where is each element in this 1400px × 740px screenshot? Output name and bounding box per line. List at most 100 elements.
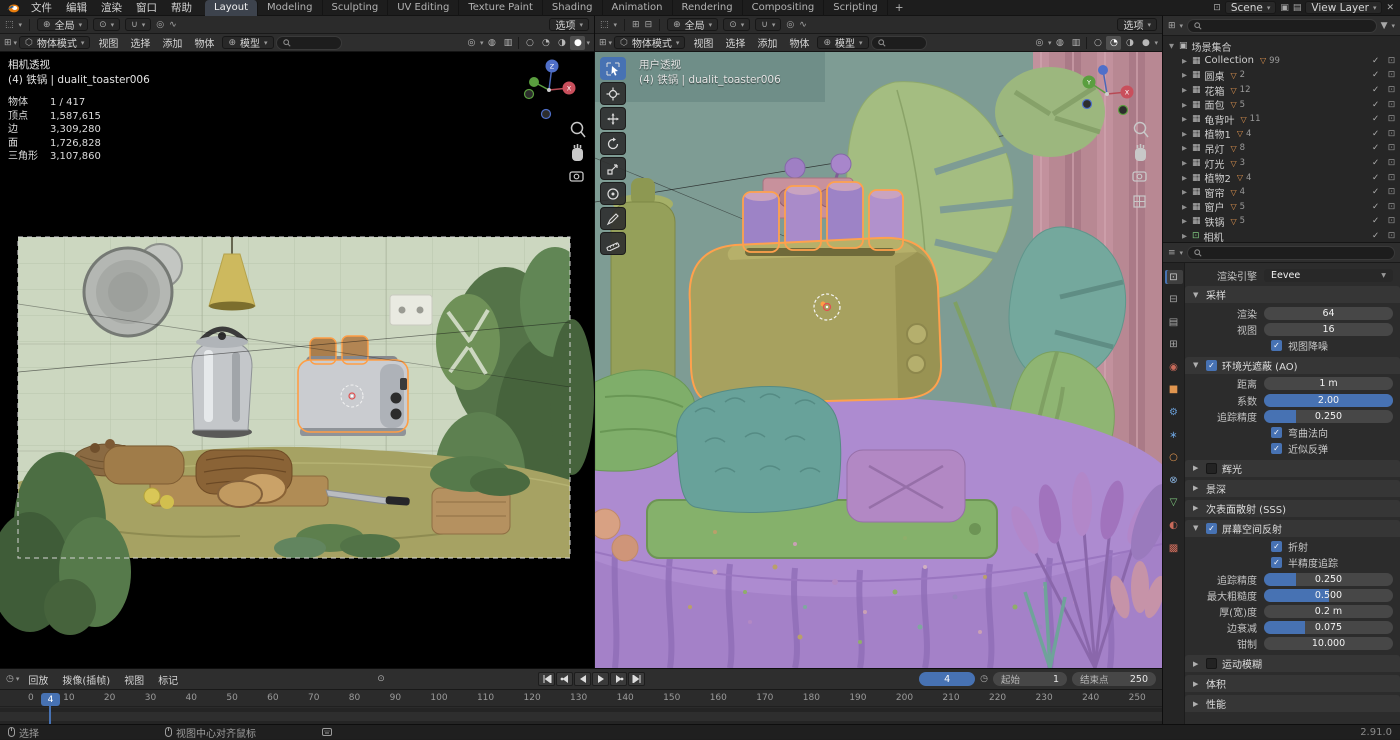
new-scene-icon[interactable]: ▣ (1280, 3, 1289, 13)
ssr-precision-slider[interactable]: 0.250 (1264, 573, 1393, 586)
jump-to-start-button[interactable] (538, 672, 555, 686)
workspace-tab[interactable]: UV Editing (388, 0, 459, 16)
active-tool-icon[interactable]: ⬚ (5, 20, 14, 30)
hide-checkbox-icon[interactable]: ✓ (1369, 100, 1382, 110)
proportional-editing-icon[interactable]: ◎ (156, 20, 164, 30)
expand-arrow-icon[interactable]: ▶ (1180, 217, 1189, 225)
render-engine-dropdown[interactable]: Eevee▾ (1264, 269, 1393, 282)
viewport-menu-item[interactable]: 视图 (687, 35, 719, 50)
bloom-panel-header[interactable]: ▶ 辉光 (1185, 460, 1400, 477)
shading-rendered-icon[interactable]: ● (570, 36, 585, 50)
expand-arrow-icon[interactable]: ▶ (1180, 174, 1189, 182)
object-data-properties-tab[interactable]: ▽ (1165, 496, 1183, 510)
scene-collection-row[interactable]: ▼ ▣ 场景集合 (1167, 39, 1398, 54)
viewport-menu-item[interactable]: 视图 (92, 35, 124, 50)
transform-orientation-dropdown[interactable]: ⊕ 全局▾ (667, 18, 718, 31)
falloff-icon[interactable]: ∿ (799, 20, 807, 30)
view-layer-selector[interactable]: View Layer▾ (1305, 1, 1382, 14)
output-properties-tab[interactable]: ⊟ (1165, 293, 1183, 307)
overlays-icon[interactable]: ◍ (1052, 36, 1067, 50)
expand-arrow-icon[interactable]: ▶ (1180, 232, 1189, 240)
viewport-menu-item[interactable]: 添加 (751, 35, 783, 50)
viewport-menu-item[interactable]: 选择 (124, 35, 156, 50)
measure-tool[interactable] (600, 232, 626, 255)
snapping-dropdown[interactable]: ∪▾ (125, 18, 151, 31)
pivot-point-dropdown[interactable]: ⊙▾ (93, 18, 120, 31)
ao-panel-header[interactable]: ▼ ✓ 环境光遮蔽 (AO) (1185, 357, 1400, 374)
expand-arrow-icon[interactable]: ▶ (1180, 115, 1189, 123)
refraction-row[interactable]: ✓ 折射 (1188, 539, 1393, 555)
hide-checkbox-icon[interactable]: ✓ (1369, 231, 1382, 241)
workspace-tab[interactable]: Sculpting (323, 0, 389, 16)
timeline-ruler[interactable]: 0102030405060708090100110120130140150160… (0, 690, 1162, 707)
sampling-panel-header[interactable]: ▼采样 (1185, 286, 1400, 303)
hide-checkbox-icon[interactable]: ✓ (1369, 70, 1382, 80)
viewport-denoise-row[interactable]: ✓ 视图降噪 (1188, 338, 1393, 354)
falloff-icon[interactable]: ∿ (169, 20, 177, 30)
render-visibility-icon[interactable]: ⊡ (1385, 85, 1398, 95)
hide-checkbox-icon[interactable]: ✓ (1369, 129, 1382, 139)
add-workspace-button[interactable]: + (888, 1, 911, 15)
move-tool[interactable] (600, 107, 626, 130)
collection-row[interactable]: ▶▦灯光▽3✓⊡ (1167, 156, 1398, 171)
dof-panel-header[interactable]: ▶景深 (1185, 480, 1400, 497)
render-visibility-icon[interactable]: ⊡ (1385, 173, 1398, 183)
viewport-canvas-right[interactable]: X Y (595, 52, 1162, 668)
show-gizmo-icon[interactable]: ◎ (1032, 36, 1047, 50)
ssr-panel-header[interactable]: ▼ ✓ 屏幕空间反射 (1185, 520, 1400, 537)
tool-options-dropdown[interactable]: 选项▾ (549, 18, 589, 31)
workspace-tab[interactable]: Rendering (673, 0, 743, 16)
timeline-menu-item[interactable]: 视图 (117, 672, 151, 687)
collection-row[interactable]: ▶▦面包▽5✓⊡ (1167, 97, 1398, 112)
rotate-tool[interactable] (600, 132, 626, 155)
scene-collection-label[interactable]: 场景集合 (1191, 39, 1233, 54)
timeline-menu-item[interactable]: 标记 (151, 672, 185, 687)
snapping-dropdown[interactable]: ∪▾ (755, 18, 781, 31)
expand-arrow-icon[interactable]: ▶ (1180, 159, 1189, 167)
world-properties-tab[interactable]: ◉ (1165, 360, 1183, 374)
view-layer-properties-tab[interactable]: ▤ (1165, 315, 1183, 329)
tweak-option-icon[interactable]: ⊞ (632, 20, 640, 30)
checkbox-icon[interactable]: ✓ (1271, 443, 1282, 454)
shading-solid-icon[interactable]: ◔ (538, 36, 553, 50)
shading-wireframe-icon[interactable]: ○ (1090, 36, 1105, 50)
scene-properties-tab[interactable]: ⊞ (1165, 338, 1183, 352)
frame-end-field[interactable]: 结束点250 (1072, 672, 1156, 686)
bounces-approximation-row[interactable]: ✓ 近似反弹 (1188, 441, 1393, 457)
auto-keyframe-icon[interactable]: ⊙ (377, 674, 385, 684)
select-box-tool[interactable] (600, 57, 626, 80)
pivot-dropdown[interactable]: ⊕ 模型▾ (222, 36, 273, 49)
ssr-roughness-slider[interactable]: 0.500 (1264, 589, 1393, 602)
mode-dropdown[interactable]: ⬡ 物体模式▾ (614, 36, 685, 49)
expand-arrow-icon[interactable]: ▶ (1180, 71, 1189, 79)
expand-arrow-icon[interactable]: ▶ (1180, 203, 1189, 211)
play-reverse-button[interactable] (574, 672, 591, 686)
hide-checkbox-icon[interactable]: ✓ (1369, 216, 1382, 226)
collapse-arrow-icon[interactable]: ▼ (1167, 42, 1176, 50)
collection-row[interactable]: ▶▦圆桌▽2✓⊡ (1167, 68, 1398, 83)
collection-row[interactable]: ▶▦植物2▽4✓⊡ (1167, 170, 1398, 185)
collection-row[interactable]: ▶▦铁锅▽5✓⊡ (1167, 214, 1398, 229)
checkbox-icon[interactable]: ✓ (1206, 360, 1217, 371)
editor-type-icon[interactable]: ⊞ (1168, 21, 1176, 31)
editor-type-icon[interactable]: ⊞ (4, 38, 12, 48)
topbar-menu-item[interactable]: 文件 (24, 0, 59, 15)
material-properties-tab[interactable]: ◐ (1165, 519, 1183, 533)
particles-properties-tab[interactable]: ∗ (1165, 428, 1183, 442)
pivot-dropdown[interactable]: ⊕ 模型▾ (817, 36, 868, 49)
hide-checkbox-icon[interactable]: ✓ (1369, 187, 1382, 197)
render-visibility-icon[interactable]: ⊡ (1385, 202, 1398, 212)
checkbox-icon[interactable]: ✓ (1206, 523, 1217, 534)
ssr-thickness-field[interactable]: 0.2 m (1264, 605, 1393, 618)
scene-selector[interactable]: Scene▾ (1225, 1, 1277, 14)
object-properties-tab[interactable]: ■ (1165, 383, 1183, 397)
playhead-line[interactable] (49, 706, 51, 724)
ssr-clamp-field[interactable]: 10.000 (1264, 637, 1393, 650)
workspace-tab[interactable]: Compositing (743, 0, 825, 16)
hide-checkbox-icon[interactable]: ✓ (1369, 173, 1382, 183)
topbar-menu-item[interactable]: 窗口 (129, 0, 164, 15)
workspace-tab[interactable]: Scripting (824, 0, 887, 16)
expand-arrow-icon[interactable]: ▶ (1180, 130, 1189, 138)
workspace-tab[interactable]: Layout (205, 0, 258, 16)
viewport-canvas-left[interactable]: X Z (0, 52, 594, 668)
